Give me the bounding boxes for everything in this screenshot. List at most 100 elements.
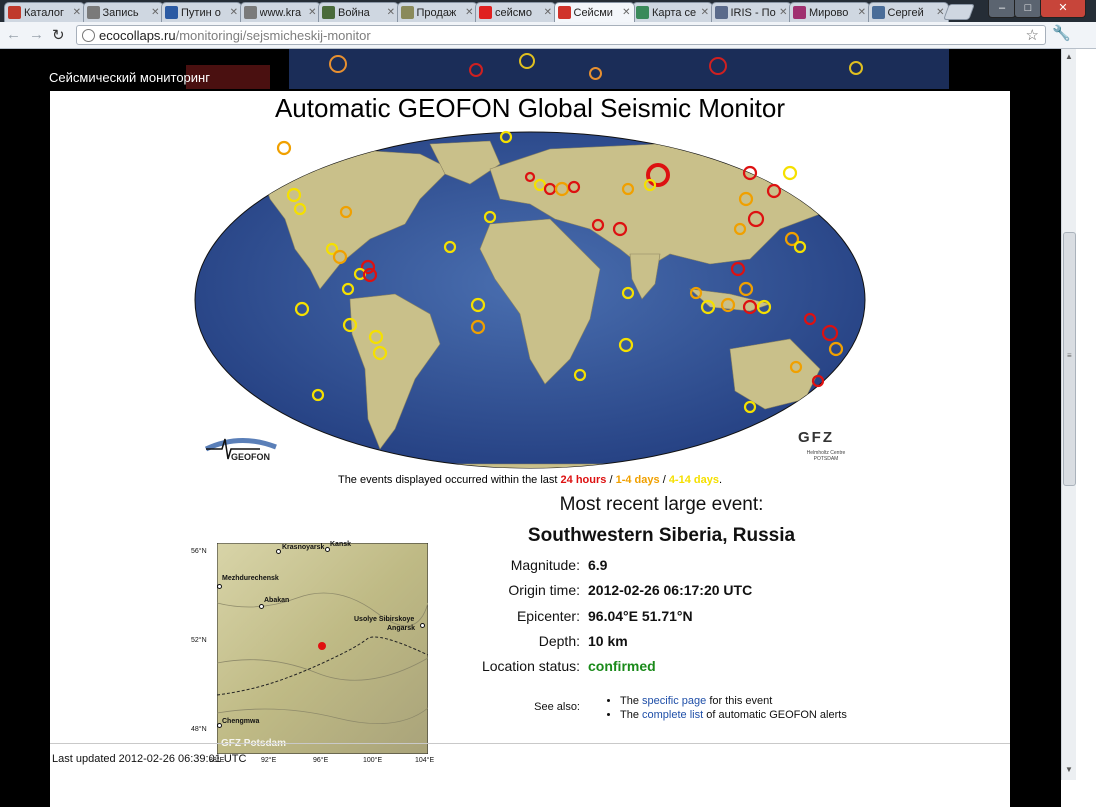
tab-strip: Каталог ✕ Запись ✕ Путин о ✕ www.kra ✕ Война ✕ Про… — [0, 0, 1096, 22]
globe-icon — [243, 6, 257, 19]
tab-label: Мирово — [809, 6, 849, 19]
specific-page-link[interactable]: specific page — [642, 695, 706, 707]
browser-tab[interactable]: Каталог ✕ — [4, 2, 85, 22]
tab-close-icon[interactable]: ✕ — [387, 7, 395, 18]
lat-label: 48°N — [191, 726, 207, 733]
legend-4-14-days: 4-14 days — [668, 474, 719, 486]
scroll-up-icon[interactable]: ▲ — [1065, 52, 1073, 61]
new-tab-button[interactable] — [943, 4, 975, 20]
browser-tab[interactable]: Сергей ✕ — [867, 2, 949, 22]
tab-label: Карта се — [652, 6, 697, 19]
url-path: /monitoringi/sejsmicheskij-monitor — [175, 27, 371, 43]
minimize-button[interactable]: – — [988, 0, 1016, 18]
gfz-logo: GFZ — [798, 429, 834, 446]
city-dot — [217, 584, 222, 589]
forward-icon[interactable]: → — [29, 26, 44, 43]
scroll-down-icon[interactable]: ▼ — [1065, 765, 1073, 774]
maximize-button[interactable]: □ — [1014, 0, 1042, 18]
tab-label: IRIS - По — [730, 6, 776, 19]
browser-tab[interactable]: Запись ✕ — [82, 2, 164, 22]
tab-label: www.kra — [259, 6, 302, 19]
see-also-item: The specific page for this event — [620, 694, 847, 708]
tab-close-icon[interactable]: ✕ — [230, 7, 238, 18]
tab-close-icon[interactable]: ✕ — [779, 7, 787, 18]
page-info-icon[interactable] — [82, 28, 95, 42]
tab-close-icon[interactable]: ✕ — [544, 7, 552, 18]
tab-close-icon[interactable]: ✕ — [858, 7, 866, 18]
last-updated: Last updated 2012-02-26 06:39:01 UTC — [52, 753, 247, 765]
plane-icon — [322, 6, 335, 19]
legend-24-hours: 24 hours — [560, 474, 607, 486]
seismic-monitor-panel: Automatic GEOFON Global Seismic Monitor — [50, 91, 1010, 807]
reload-icon[interactable]: ↻ — [52, 26, 65, 44]
tab-label: сейсмо — [495, 6, 532, 19]
monitor-icon — [165, 6, 178, 19]
city-label: Angarsk — [387, 625, 416, 632]
header-world-map-strip — [289, 49, 949, 89]
browser-tab[interactable]: Война ✕ — [318, 2, 399, 22]
address-bar[interactable]: ecocollaps.ru /monitoringi/sejsmicheskij… — [76, 25, 1046, 45]
globe-icon — [86, 6, 100, 19]
epicenter-label: Epicenter: — [516, 608, 580, 624]
tab-close-icon[interactable]: ✕ — [701, 7, 709, 18]
browser-tab[interactable]: Путин о ✕ — [161, 2, 242, 22]
lon-label: 100°E — [363, 757, 383, 764]
tab-label: Запись — [102, 6, 139, 19]
tab-label: Сергей — [887, 6, 924, 19]
tab-close-icon[interactable]: ✕ — [465, 7, 473, 18]
tab-close-icon[interactable]: ✕ — [308, 7, 316, 18]
wrench-menu-icon[interactable]: 🔧 — [1052, 24, 1071, 42]
magnitude-label: Magnitude: — [510, 557, 580, 573]
browser-tab[interactable]: www.kra ✕ — [239, 2, 321, 22]
tab-close-icon[interactable]: ✕ — [73, 7, 81, 18]
tab-close-icon[interactable]: ✕ — [622, 7, 630, 18]
legend-1-4-days: 1-4 days — [615, 474, 660, 486]
page-viewport: Сейсмический мониторинг Automatic GEOFON… — [0, 49, 1061, 807]
earthquake-marker — [782, 165, 798, 181]
location-status-label: Location status: — [481, 658, 580, 674]
document-icon — [400, 6, 414, 19]
tab-label: Путин о — [181, 6, 221, 19]
close-window-button[interactable]: ✕ — [1040, 0, 1086, 18]
lat-label: 52°N — [191, 637, 207, 644]
scrollbar-thumb[interactable]: ≡ — [1063, 232, 1076, 486]
event-region: Southwestern Siberia, Russia — [527, 525, 796, 546]
complete-list-link[interactable]: complete list — [642, 709, 703, 721]
land-antarctica — [229, 463, 831, 468]
magnitude-value: 6.9 — [588, 557, 608, 573]
geofon-logo-text: GEOFON — [231, 452, 271, 462]
yandex-icon — [479, 6, 492, 19]
bookmark-star-icon[interactable]: ☆ — [1026, 26, 1039, 44]
location-status-value: confirmed — [588, 658, 656, 674]
tab-label: Продаж — [416, 6, 457, 19]
see-also-label: See also: — [534, 701, 580, 713]
monitor-title: Automatic GEOFON Global Seismic Monitor — [274, 93, 786, 123]
browser-tab[interactable]: Сейсми ✕ — [553, 2, 635, 22]
vk-icon — [871, 6, 885, 19]
catalog-icon — [8, 6, 21, 19]
browser-toolbar: ← → ↻ ecocollaps.ru /monitoringi/sejsmic… — [0, 22, 1096, 49]
browser-tab[interactable]: Мирово ✕ — [789, 2, 870, 22]
event-heading: Most recent large event: — [559, 494, 764, 515]
grip-icon: ≡ — [1067, 351, 1072, 360]
tab-label: Каталог — [24, 6, 64, 19]
lon-label: 104°E — [415, 757, 435, 764]
browser-tab[interactable]: Карта се ✕ — [632, 2, 713, 22]
vertical-scrollbar[interactable]: ▲ ≡ ▼ — [1061, 49, 1076, 780]
browser-tab[interactable]: сейсмо ✕ — [475, 2, 556, 22]
browser-tab[interactable]: IRIS - По ✕ — [710, 2, 792, 22]
city-label: Chengmwa — [222, 718, 260, 725]
origin-time-label: Origin time: — [508, 582, 580, 598]
gfz-logo-subtitle: Helmholtz Centre POTSDAM — [806, 450, 846, 462]
tab-close-icon[interactable]: ✕ — [151, 7, 159, 18]
map-caption: The events displayed occurred within the… — [337, 474, 723, 486]
page-title: Сейсмический мониторинг — [49, 70, 210, 85]
earthquake-marker — [276, 140, 292, 156]
browser-tab[interactable]: Продаж ✕ — [396, 2, 478, 22]
url-host: ecocollaps.ru — [99, 27, 176, 43]
tab-label: Сейсми — [573, 6, 613, 19]
tab-label: Война — [338, 6, 370, 19]
back-icon[interactable]: ← — [6, 26, 21, 43]
lon-label: 96°E — [313, 757, 329, 764]
ecocollaps-icon — [557, 6, 571, 19]
